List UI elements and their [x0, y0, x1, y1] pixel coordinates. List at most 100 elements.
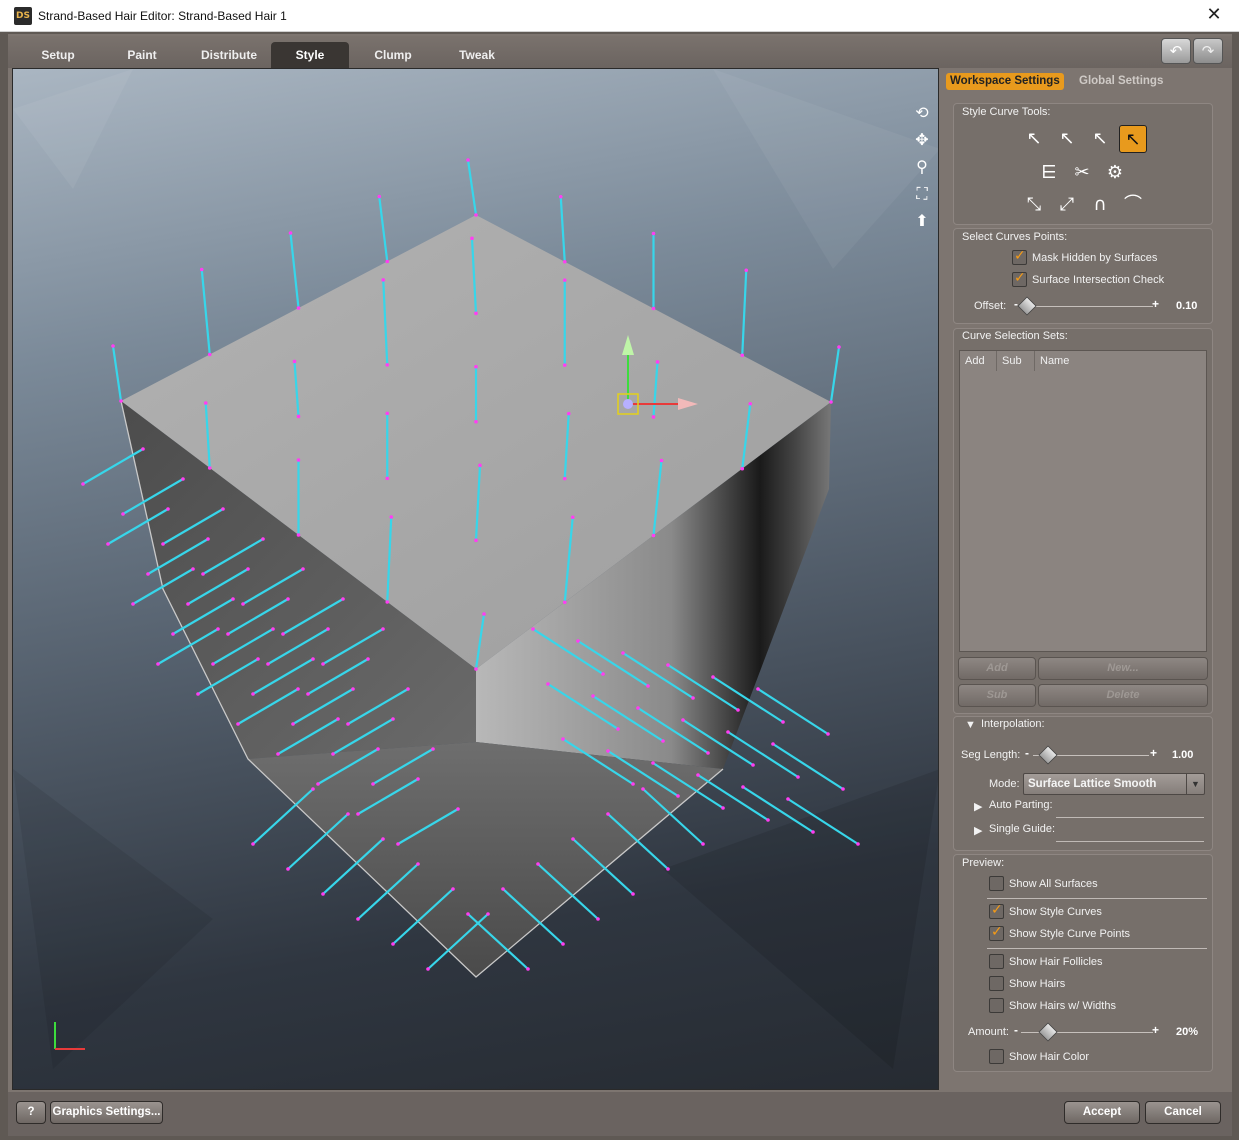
orbit-icon[interactable]: ⟲	[911, 102, 933, 124]
style-curve-point[interactable]	[236, 722, 240, 726]
tab-distribute[interactable]: Distribute	[186, 42, 272, 68]
style-curve-point[interactable]	[631, 892, 635, 896]
style-curve-point[interactable]	[711, 675, 715, 679]
style-curve-point[interactable]	[561, 737, 565, 741]
show-style-curves-checkbox[interactable]	[989, 902, 1004, 919]
style-curve-point[interactable]	[546, 682, 550, 686]
style-curve-point[interactable]	[296, 306, 301, 310]
style-curve-point[interactable]	[451, 887, 455, 891]
style-curve-point[interactable]	[171, 632, 175, 636]
style-curve-point[interactable]	[288, 231, 293, 235]
style-curve-point[interactable]	[741, 785, 745, 789]
style-curve-point[interactable]	[571, 837, 575, 841]
intersection-check-checkbox[interactable]	[1012, 270, 1027, 287]
style-curve-point[interactable]	[341, 597, 345, 601]
style-curve-point[interactable]	[106, 542, 110, 546]
style-curve-point[interactable]	[389, 515, 394, 519]
style-curve-point[interactable]	[385, 600, 390, 604]
style-curve-point[interactable]	[562, 278, 567, 282]
tab-tweak[interactable]: Tweak	[437, 42, 517, 68]
style-curve-point[interactable]	[385, 363, 390, 367]
style-curve-point[interactable]	[474, 311, 478, 316]
single-guide-expand-icon[interactable]: ▶	[974, 824, 982, 837]
undo-button[interactable]: ↶	[1161, 38, 1191, 64]
style-curve-point[interactable]	[486, 912, 490, 916]
style-curve-point[interactable]	[651, 533, 656, 538]
style-curve-point[interactable]	[296, 533, 301, 537]
style-curve-point[interactable]	[119, 399, 123, 403]
style-curve-point[interactable]	[331, 752, 335, 756]
zoom-icon[interactable]: ⚲	[911, 156, 933, 178]
style-curve-point[interactable]	[474, 538, 478, 543]
style-curve-point[interactable]	[251, 842, 255, 846]
style-curve-point[interactable]	[321, 662, 325, 666]
new-set-button[interactable]: New...	[1038, 657, 1208, 680]
style-curve-point[interactable]	[166, 507, 170, 511]
reset-view-icon[interactable]: ⬆	[911, 210, 933, 232]
style-curve-point[interactable]	[416, 777, 420, 781]
style-curve[interactable]	[741, 270, 748, 356]
style-curve-point[interactable]	[311, 657, 315, 661]
style-curve-point[interactable]	[566, 411, 571, 416]
style-curve-point[interactable]	[829, 400, 833, 404]
style-curve-point[interactable]	[296, 414, 301, 419]
style-curve-point[interactable]	[470, 236, 474, 241]
style-curve-point[interactable]	[616, 727, 620, 731]
style-curve-point[interactable]	[141, 447, 145, 451]
style-curve-point[interactable]	[562, 476, 567, 481]
style-curve-point[interactable]	[311, 787, 315, 791]
column-header-add[interactable]: Add	[960, 351, 997, 371]
style-curve-point[interactable]	[356, 917, 360, 921]
style-curve-point[interactable]	[526, 967, 530, 971]
style-curve-point[interactable]	[226, 632, 230, 636]
style-curve-point[interactable]	[744, 268, 749, 273]
show-style-curve-points-checkbox[interactable]	[989, 924, 1004, 941]
style-curve[interactable]	[829, 346, 841, 403]
style-curve-point[interactable]	[726, 730, 730, 734]
style-curve-point[interactable]	[241, 602, 245, 606]
mode-dropdown[interactable]: Surface Lattice Smooth ▼	[1023, 773, 1205, 795]
style-curve-point[interactable]	[321, 892, 325, 896]
style-curve-point[interactable]	[186, 602, 190, 606]
delete-set-button[interactable]: Delete	[1038, 684, 1208, 707]
style-curve-point[interactable]	[501, 887, 505, 891]
style-curve-point[interactable]	[161, 542, 165, 546]
seg-length-minus[interactable]: -	[1025, 746, 1029, 760]
style-curve-point[interactable]	[651, 231, 656, 236]
style-curve-point[interactable]	[751, 763, 755, 767]
column-header-name[interactable]: Name	[1035, 351, 1207, 371]
pan-icon[interactable]: ✥	[911, 129, 933, 151]
style-curve-point[interactable]	[406, 687, 410, 691]
style-curve-point[interactable]	[474, 364, 478, 369]
style-curve-point[interactable]	[606, 812, 610, 816]
offset-slider-track[interactable]	[1021, 306, 1153, 307]
amount-plus[interactable]: +	[1152, 1023, 1159, 1037]
style-curve-point[interactable]	[740, 353, 745, 358]
auto-parting-label[interactable]: Auto Parting:	[989, 799, 1053, 811]
style-curve-point[interactable]	[203, 401, 208, 405]
tab-setup[interactable]: Setup	[18, 42, 98, 68]
style-curve-point[interactable]	[841, 787, 845, 791]
style-curve-point[interactable]	[601, 672, 605, 676]
show-hair-follicles-checkbox[interactable]	[989, 954, 1004, 969]
style-curve-point[interactable]	[201, 572, 205, 576]
style-curve-point[interactable]	[391, 942, 395, 946]
help-button[interactable]: ?	[16, 1101, 46, 1124]
style-curve-point[interactable]	[131, 602, 135, 606]
style-curve-point[interactable]	[286, 597, 290, 601]
style-curve-point[interactable]	[661, 739, 665, 743]
style-curve-point[interactable]	[562, 363, 567, 367]
interpolation-expand-icon[interactable]: ▼	[965, 719, 976, 731]
style-curve-point[interactable]	[456, 807, 460, 811]
style-curve-point[interactable]	[381, 627, 385, 631]
style-curve-point[interactable]	[221, 507, 225, 511]
style-curve-point[interactable]	[466, 158, 470, 162]
curl-icon[interactable]: ∩	[1086, 191, 1114, 219]
style-curve-point[interactable]	[351, 687, 355, 691]
style-curve[interactable]	[200, 269, 211, 355]
add-set-button[interactable]: Add	[958, 657, 1036, 680]
style-curve-point[interactable]	[377, 194, 382, 199]
style-curve-point[interactable]	[301, 567, 305, 571]
style-curve-point[interactable]	[666, 867, 670, 871]
style-curve-point[interactable]	[558, 194, 563, 199]
